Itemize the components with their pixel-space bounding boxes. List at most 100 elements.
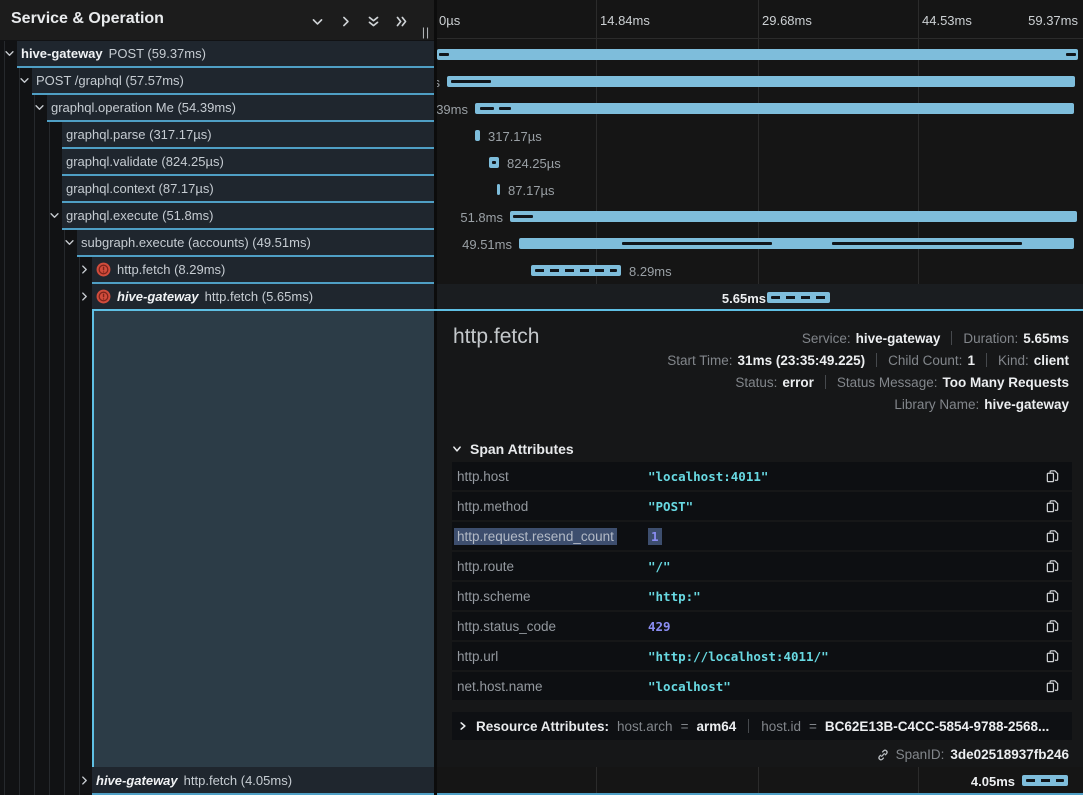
meta-label: Duration: [963,331,1018,346]
resource-separator [748,719,749,733]
service-name: hive-gateway [117,289,199,304]
service-name: hive-gateway [96,773,178,788]
tree-panel-header: Service & Operation || [0,0,434,40]
span-meta: Service:hive-gatewayDuration:5.65msStart… [667,327,1069,415]
timeline-row[interactable]: 87.17µs [437,176,1083,203]
tree-row[interactable]: hive-gateway http.fetch (5.65ms) [92,284,434,311]
link-icon[interactable] [876,748,890,762]
span-bar[interactable] [1022,775,1068,786]
tree-row[interactable]: graphql.operation Me (54.39ms) [47,95,434,122]
span-bar[interactable] [519,238,1074,249]
attr-key: http.method [457,499,528,514]
duration-label: 49.51ms [462,237,512,252]
attr-value: "localhost" [648,679,731,694]
attr-row: http.scheme "http:" [452,582,1072,610]
duration-label: 8.29ms [629,264,672,279]
timeline-row[interactable]: 317.17µs [437,122,1083,149]
tree-row[interactable]: hive-gatewayPOST (59.37ms) [17,41,434,68]
attr-key: net.host.name [457,679,543,694]
copy-icon[interactable] [1045,467,1063,485]
gridline [758,767,759,795]
panel-resize-handle[interactable]: || [419,24,433,40]
copy-icon[interactable] [1045,587,1063,605]
attr-value: "POST" [648,499,693,514]
attr-key: http.scheme [457,589,531,604]
gridline [596,767,597,795]
meta-label: Status: [735,375,777,390]
resource-value: BC62E13B-C4CC-5854-9788-2568... [825,719,1049,734]
attr-row: http.route "/" [452,552,1072,580]
tree-row[interactable]: http.fetch (8.29ms) [92,257,434,284]
timeline-row[interactable]: 51.8ms [437,203,1083,230]
timeline-tick-label: 59.37ms [1028,13,1078,28]
tree-row[interactable]: graphql.parse (317.17µs) [62,122,434,149]
span-label: graphql.context (87.17µs) [66,181,214,196]
meta-value: Too Many Requests [942,375,1069,390]
chevron-right-icon[interactable] [334,12,356,30]
span-bar[interactable] [497,184,500,195]
meta-value: client [1034,353,1069,368]
meta-label: Start Time: [667,353,732,368]
timeline-row[interactable]: 8.29ms [437,257,1083,284]
span-title: http.fetch [453,325,539,349]
timeline-rows: 57.57ms 54.39ms 317.17µs824.25µs87.17µs 51.… [437,41,1083,311]
meta-separator [951,331,952,345]
timeline-row[interactable]: 5.65ms [434,284,1083,311]
chevron-right-icon[interactable] [79,775,90,786]
timeline-row[interactable]: 54.39ms [437,95,1083,122]
span-bar[interactable] [475,103,1074,114]
tree-row[interactable]: graphql.context (87.17µs) [62,176,434,203]
meta-line: Start Time:31ms (23:35:49.225)Child Coun… [667,349,1069,371]
double-chevron-right-icon[interactable] [390,12,412,30]
span-label: graphql.operation Me (54.39ms) [51,100,236,115]
attr-row: http.method "POST" [452,492,1072,520]
resource-attributes-row[interactable]: Resource Attributes: host.arch=arm64host… [452,712,1072,740]
timeline-row-bottom: 4.05ms [437,767,1083,795]
span-label: http.fetch (5.65ms) [205,289,313,304]
span-bar[interactable] [767,292,830,303]
copy-icon[interactable] [1045,647,1063,665]
span-attributes-header[interactable]: Span Attributes [452,441,574,457]
span-label: POST (59.37ms) [109,46,206,61]
span-bar[interactable] [510,211,1077,222]
tree-row[interactable]: subgraph.execute (accounts) (49.51ms) [77,230,434,257]
copy-icon[interactable] [1045,617,1063,635]
meta-line: Service:hive-gatewayDuration:5.65ms [667,327,1069,349]
span-bar[interactable] [447,76,1075,87]
copy-icon[interactable] [1045,527,1063,545]
tree-row[interactable]: graphql.validate (824.25µs) [62,149,434,176]
trace-viewer-app: 0µs14.84ms29.68ms44.53ms59.37ms 57.57ms5… [0,0,1083,795]
span-bar[interactable] [531,265,621,276]
attr-key: http.request.resend_count [454,528,617,545]
span-bar[interactable] [489,157,499,168]
span-label: POST /graphql (57.57ms) [36,73,184,88]
timeline-row[interactable]: 49.51ms [437,230,1083,257]
tree-row-bottom[interactable]: hive-gateway http.fetch (4.05ms) [92,767,434,795]
meta-value: 1 [967,353,975,368]
copy-icon[interactable] [1045,557,1063,575]
meta-separator [876,353,877,367]
duration-label: 54.39ms [437,102,468,117]
chevron-down-icon[interactable] [306,12,328,30]
resource-key: host.id [761,719,801,734]
timeline-row[interactable] [437,41,1083,68]
attr-row: http.host "localhost:4011" [452,462,1072,490]
span-label: graphql.execute (51.8ms) [66,208,213,223]
duration-label: 51.8ms [460,210,503,225]
tree-row[interactable]: POST /graphql (57.57ms) [32,68,434,95]
double-chevron-down-icon[interactable] [362,12,384,30]
copy-icon[interactable] [1045,497,1063,515]
timeline-row[interactable]: 824.25µs [437,149,1083,176]
attr-row: http.url "http://localhost:4011/" [452,642,1072,670]
chevron-down-icon [452,444,462,454]
tree-row[interactable]: graphql.execute (51.8ms) [62,203,434,230]
span-bar[interactable] [475,130,480,141]
meta-separator [986,353,987,367]
timeline-row[interactable]: 57.57ms [437,68,1083,95]
copy-icon[interactable] [1045,677,1063,695]
error-icon [96,289,111,304]
attr-value: "http:" [648,589,701,604]
span-id-value: 3de02518937fb246 [950,747,1069,762]
span-bar[interactable] [437,49,1078,60]
attr-key: http.route [457,559,514,574]
